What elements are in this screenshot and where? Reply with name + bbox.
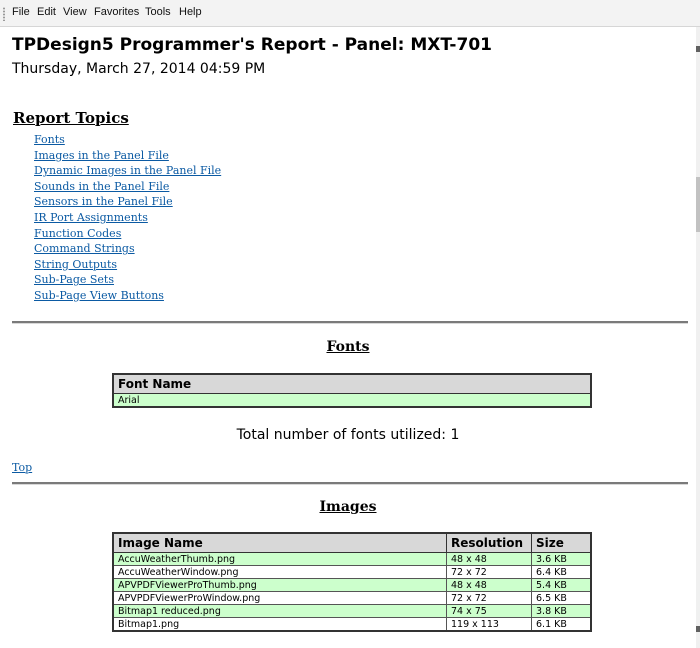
menu-view[interactable]: View (63, 6, 87, 18)
table-row: APVPDFViewerProWindow.png 72 x 72 6.5 KB (112, 591, 592, 605)
list-item: Sensors in the Panel File (34, 190, 221, 208)
resolution-cell: 48 x 48 (446, 578, 532, 592)
font-name-cell: Arial (112, 393, 592, 408)
list-item: Sub-Page View Buttons (34, 284, 221, 302)
report-date: Thursday, March 27, 2014 04:59 PM (12, 61, 266, 77)
column-header-image-name: Image Name (112, 532, 447, 553)
image-name-cell: AccuWeatherThumb.png (112, 552, 447, 566)
size-cell: 5.4 KB (531, 578, 592, 592)
menu-bar: File Edit View Favorites Tools Help (0, 0, 700, 27)
column-header-size: Size (531, 532, 592, 553)
images-section-title: Images (319, 499, 377, 515)
list-item: Sub-Page Sets (34, 268, 221, 286)
images-table: Image Name Resolution Size AccuWeatherTh… (112, 532, 592, 632)
image-name-cell: AccuWeatherWindow.png (112, 565, 447, 579)
table-row: Arial (112, 393, 592, 408)
size-cell: 6.5 KB (531, 591, 592, 605)
column-header-resolution: Resolution (446, 532, 532, 553)
report-title: TPDesign5 Programmer's Report - Panel: M… (12, 35, 492, 55)
fonts-table: Font Name Arial (112, 373, 592, 408)
menu-favorites[interactable]: Favorites (94, 6, 139, 18)
resolution-cell: 72 x 72 (446, 565, 532, 579)
list-item: Dynamic Images in the Panel File (34, 159, 221, 177)
column-header-font-name: Font Name (112, 373, 592, 394)
table-header-row: Image Name Resolution Size (112, 532, 592, 553)
size-cell: 3.6 KB (531, 552, 592, 566)
section-divider (12, 321, 688, 324)
scroll-up-arrow-icon[interactable] (696, 46, 700, 52)
image-name-cell: APVPDFViewerProWindow.png (112, 591, 447, 605)
report-page: TPDesign5 Programmer's Report - Panel: M… (0, 27, 696, 648)
resolution-cell: 119 x 113 (446, 617, 532, 632)
vertical-scrollbar[interactable] (696, 27, 700, 648)
report-topics-heading: Report Topics (13, 109, 129, 127)
table-row: AccuWeatherThumb.png 48 x 48 3.6 KB (112, 552, 592, 566)
menu-edit[interactable]: Edit (37, 6, 56, 18)
resolution-cell: 74 x 75 (446, 604, 532, 618)
scroll-down-arrow-icon[interactable] (696, 626, 700, 632)
table-row: APVPDFViewerProThumb.png 48 x 48 5.4 KB (112, 578, 592, 592)
list-item: Fonts (34, 128, 221, 146)
image-name-cell: Bitmap1.png (112, 617, 447, 632)
table-header-row: Font Name (112, 373, 592, 394)
top-link[interactable]: Top (12, 461, 32, 474)
fonts-total-text: Total number of fonts utilized: 1 (236, 427, 460, 443)
size-cell: 3.8 KB (531, 604, 592, 618)
size-cell: 6.1 KB (531, 617, 592, 632)
table-row: Bitmap1 reduced.png 74 x 75 3.8 KB (112, 604, 592, 618)
menu-help[interactable]: Help (179, 6, 202, 18)
list-item: Command Strings (34, 237, 221, 255)
report-topics-list: Fonts Images in the Panel File Dynamic I… (34, 128, 221, 302)
fonts-section-title: Fonts (326, 339, 370, 355)
scrollbar-thumb[interactable] (696, 177, 700, 232)
topic-link-subpage-view-buttons[interactable]: Sub-Page View Buttons (34, 289, 164, 302)
list-item: IR Port Assignments (34, 206, 221, 224)
resolution-cell: 72 x 72 (446, 591, 532, 605)
image-name-cell: Bitmap1 reduced.png (112, 604, 447, 618)
toolbar-grip-icon[interactable] (3, 7, 5, 21)
size-cell: 6.4 KB (531, 565, 592, 579)
image-name-cell: APVPDFViewerProThumb.png (112, 578, 447, 592)
menu-file[interactable]: File (12, 6, 30, 18)
resolution-cell: 48 x 48 (446, 552, 532, 566)
menu-tools[interactable]: Tools (145, 6, 171, 18)
list-item: Images in the Panel File (34, 144, 221, 162)
section-divider (12, 482, 688, 485)
table-row: Bitmap1.png 119 x 113 6.1 KB (112, 617, 592, 632)
table-row: AccuWeatherWindow.png 72 x 72 6.4 KB (112, 565, 592, 579)
